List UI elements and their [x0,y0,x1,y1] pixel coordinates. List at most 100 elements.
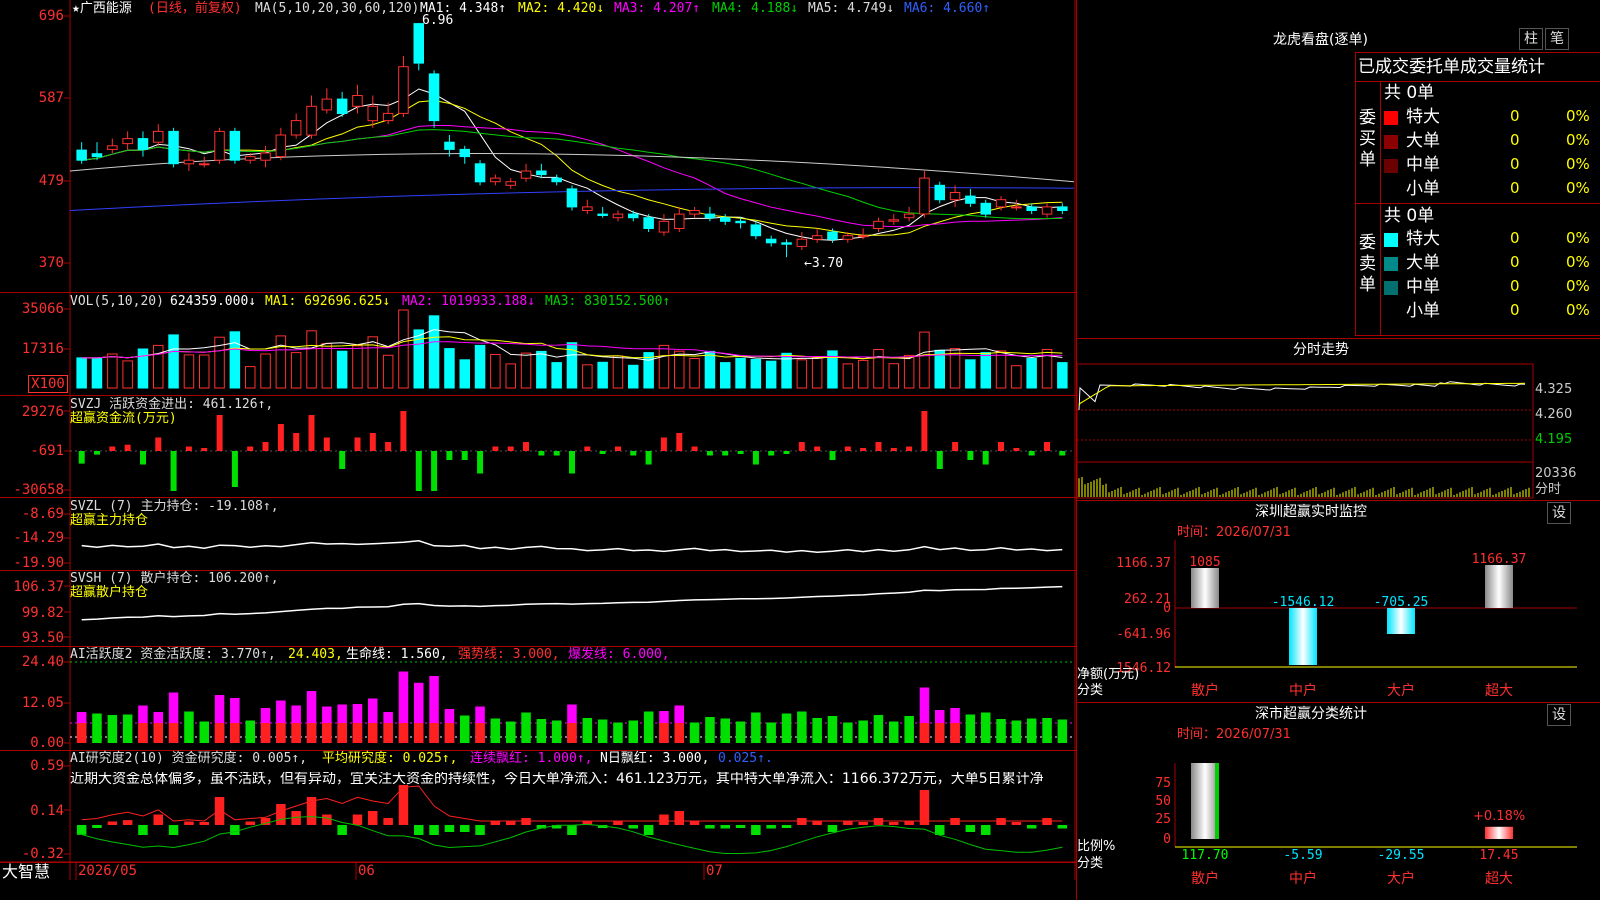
volume-bar [765,360,777,389]
brand-logo[interactable]: 大智慧 [2,863,50,881]
ai-active-base [429,723,439,743]
svzj-bar [185,446,192,451]
volume-bar [321,343,333,389]
volume-bar [505,363,516,389]
volume-bar [551,362,562,389]
volume-bar [689,358,700,389]
stat-category-label: 大户 [1387,870,1415,887]
ai-research-bar [659,814,669,825]
ai-active-base [659,723,669,743]
svzj-bar [860,448,867,451]
svzj-bar [201,448,208,451]
candle-body [520,170,532,179]
ai-research-bar [199,822,209,825]
ai-active-label: AI活跃度2 资金活跃度: 3.770↑, [70,647,276,662]
tick-mode-button[interactable]: 笔 [1545,28,1569,50]
monitor-y-tick: 0 [1163,601,1171,616]
ai-active-bar [613,722,623,743]
sell-row-count: 0 [1510,253,1520,271]
ai-active-bar [597,719,608,743]
candle-body [888,219,899,222]
svzj-bar [722,451,729,456]
candle-body [413,23,424,64]
candle-body [857,235,869,238]
svzj-bar [492,446,499,451]
sell-row-pct: 0% [1566,253,1590,271]
stat-y-tick: 0 [1163,832,1171,847]
vol-label: VOL(5,10,20) [70,294,164,309]
volume-bar [398,309,409,389]
ai-research-bar [184,821,194,825]
price-ma-line [81,88,1063,241]
candle-body [1057,206,1068,211]
monitor-axis-label2: 分类 [1077,683,1104,698]
ai-active-bar [843,722,853,743]
ai-active-bar [245,720,255,743]
svzj-bar [78,451,85,464]
ma3-value: MA3: 4.207↑ [614,1,701,16]
intraday-chart[interactable] [1077,362,1600,502]
ai-active-base [567,723,577,743]
volume-bar [183,354,195,389]
ai-active-bar [689,722,700,743]
candle-body [674,213,685,230]
stats-header: 已成交委托单成交量统计 [1358,57,1545,77]
stat-bar-edge [1215,763,1219,839]
stock-title[interactable]: ★广西能源 [72,2,132,16]
candle-body [965,195,976,204]
monitor-value-label: 1166.37 [1472,552,1527,567]
candle-body [781,242,792,245]
ai-research-bar [981,825,991,835]
ai-research-bar [414,825,424,835]
ai-active-bar [981,712,991,743]
svzl-line [81,540,1063,553]
candle-body [643,217,654,229]
ai-active-bar [521,712,531,743]
stat-axis-label: 比例% [1077,839,1116,854]
stat-settings-button[interactable]: 设 [1547,704,1571,726]
ai-active-tick-3: 0.00 [30,735,64,751]
sell-row-pct: 0% [1566,301,1590,319]
volume-bar [842,363,854,389]
candle-body [628,213,639,219]
svzj-bar [737,451,744,454]
monitor-value-label: 1085 [1189,555,1220,570]
svzj-bar [768,451,775,456]
svsh-tick-2: 99.82 [21,605,64,621]
candle-body [428,73,440,122]
bar-mode-button[interactable]: 柱 [1519,28,1543,50]
ai-active-bar [1026,718,1037,743]
monitor-y-tick: 1166.37 [1116,556,1171,571]
stat-title: 深市超赢分类统计 [1255,706,1367,722]
svzj-bar [783,451,790,454]
svzj-bar [1059,451,1066,456]
candle-body [903,213,915,219]
monitor-value-label: -705.25 [1374,595,1429,610]
sell-row-name: 大单 [1406,253,1440,273]
ai-research-bar [276,804,286,825]
main-chart-area[interactable]: ★广西能源 (日线，前复权) MA(5,10,20,30,60,120) MA1… [0,0,1076,881]
svzj-bar [293,433,300,451]
candle-body [689,210,700,215]
ai-active-base [935,723,945,743]
monitor-settings-button[interactable]: 设 [1547,502,1571,524]
buy-row-name: 大单 [1406,131,1440,151]
ai-research-bar [122,820,133,825]
stats-table: 已成交委托单成交量统计 委买单 委卖单 共 0单 共 0单 特大 0 0% 大单 0 0%… [1355,52,1600,336]
high-marker: 6.96 [422,13,454,28]
svzj-tick-3: -30658 [13,482,64,498]
volume-bar [612,355,624,389]
monitor-bar [1485,565,1513,608]
ai-research-bar [490,821,501,825]
buy-swatch [1384,159,1398,173]
buy-row-pct: 0% [1566,155,1590,173]
svzj-bar [952,442,959,451]
sell-row-pct: 0% [1566,229,1590,247]
candle-body [750,224,762,237]
intraday-tick-2: 4.260 [1535,407,1573,422]
ai-active-bar [536,719,547,743]
candle-body [459,148,470,158]
monitor-category-label: 中户 [1289,682,1317,699]
ai-active-bar [781,713,792,743]
ai-active-bar [766,722,776,743]
